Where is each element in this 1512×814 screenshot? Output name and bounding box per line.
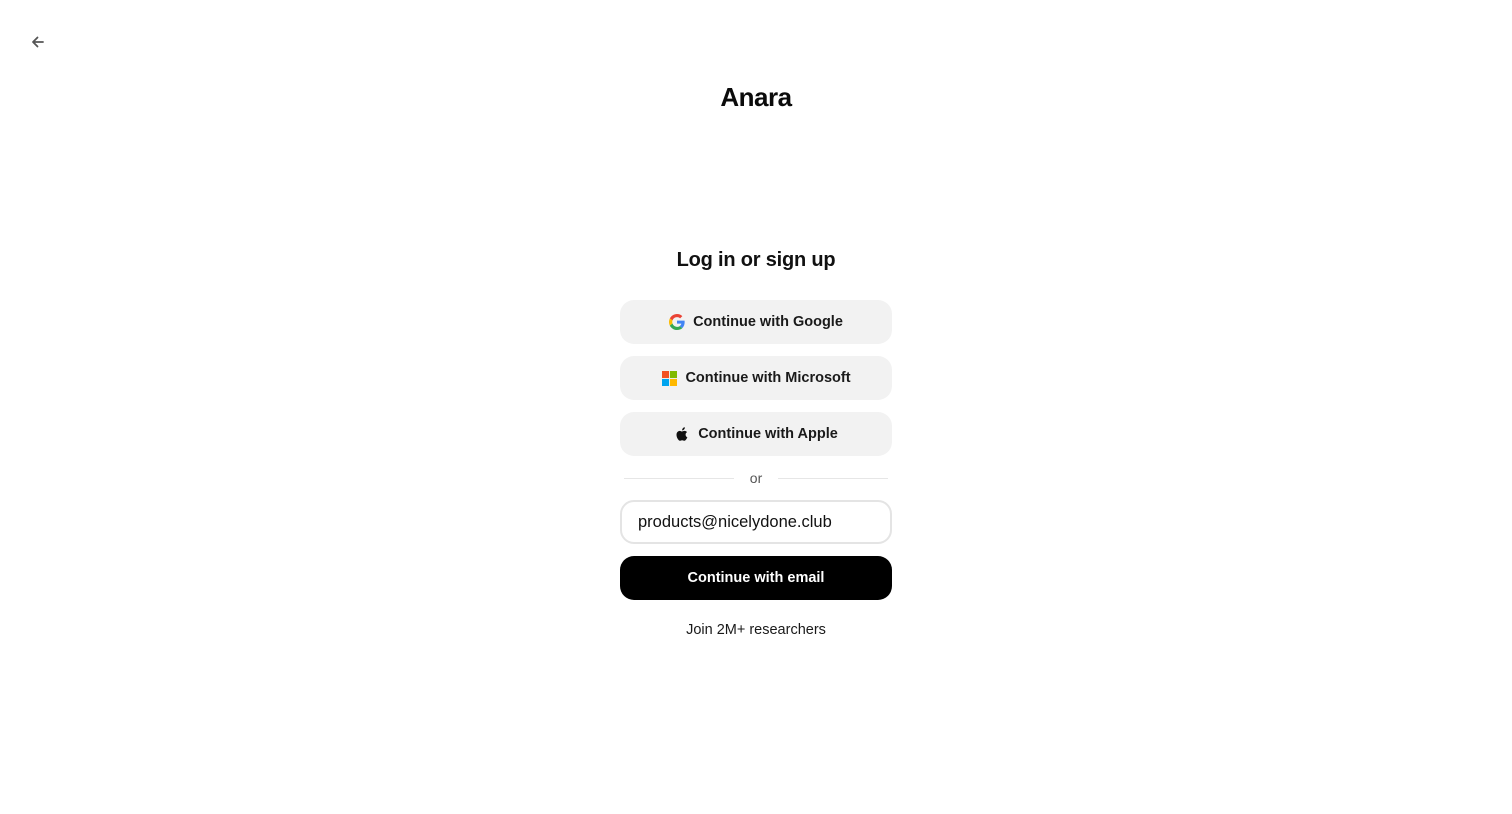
microsoft-icon bbox=[661, 370, 677, 386]
auth-panel: Log in or sign up Continue with Google C… bbox=[620, 240, 892, 638]
arrow-left-icon bbox=[32, 36, 44, 48]
divider-text: or bbox=[749, 470, 763, 486]
apple-button-label: Continue with Apple bbox=[698, 426, 838, 442]
continue-with-google-button[interactable]: Continue with Google bbox=[620, 300, 892, 344]
email-input[interactable] bbox=[620, 500, 892, 544]
back-button[interactable] bbox=[26, 30, 50, 54]
login-page: Anara Log in or sign up Continue with Go… bbox=[0, 0, 1512, 814]
google-button-label: Continue with Google bbox=[693, 314, 843, 330]
divider-line-right bbox=[778, 477, 889, 479]
continue-with-microsoft-button[interactable]: Continue with Microsoft bbox=[620, 356, 892, 400]
continue-with-email-button[interactable]: Continue with email bbox=[620, 556, 892, 600]
page-title: Log in or sign up bbox=[676, 249, 836, 271]
researchers-tagline: Join 2M+ researchers bbox=[686, 622, 826, 638]
apple-icon bbox=[674, 426, 690, 442]
microsoft-button-label: Continue with Microsoft bbox=[685, 370, 851, 386]
google-icon bbox=[669, 314, 685, 330]
divider-line-left bbox=[624, 477, 734, 479]
continue-with-apple-button[interactable]: Continue with Apple bbox=[620, 412, 892, 456]
app-logo: Anara bbox=[720, 82, 792, 112]
or-divider: or bbox=[620, 468, 892, 488]
